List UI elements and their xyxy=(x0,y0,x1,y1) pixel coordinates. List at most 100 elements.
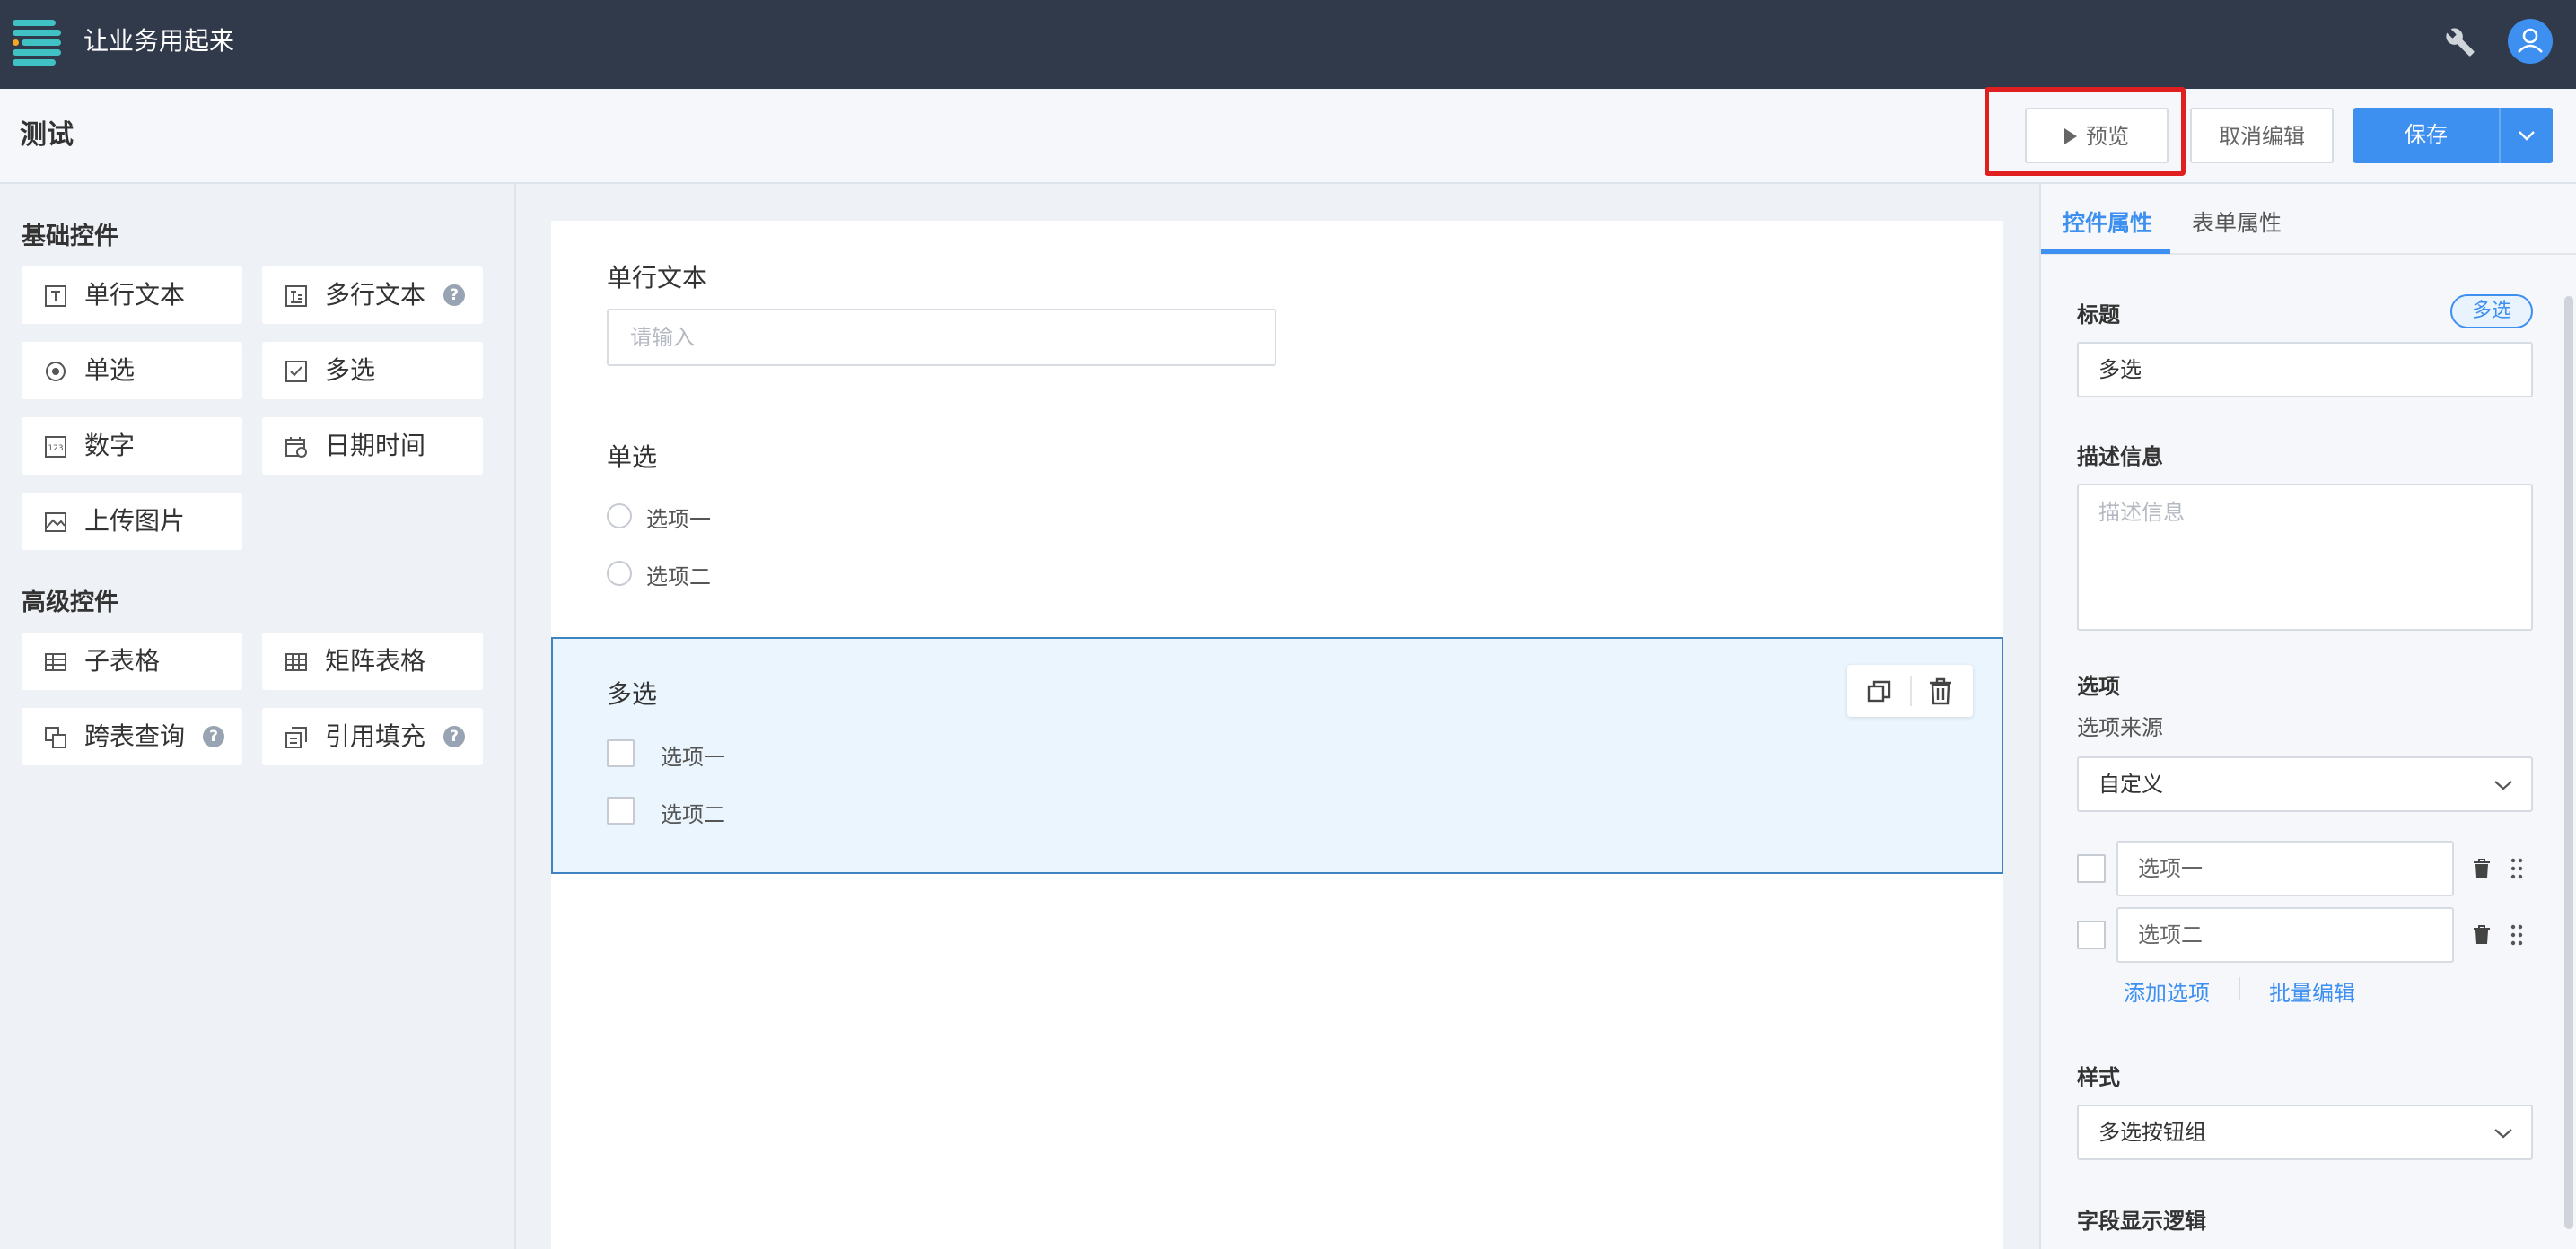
control-upload-image[interactable]: 上传图片 xyxy=(22,493,242,550)
field-label-radio: 单选 xyxy=(607,442,658,472)
page-title: 测试 xyxy=(20,119,74,151)
active-tab-indicator xyxy=(2041,249,2170,254)
control-library: 基础控件 单行文本 多行文本 ? 单选 多选 123 数字 日期时间 上传图片 … xyxy=(0,184,514,1249)
multi-line-text-icon xyxy=(285,285,307,307)
field-label-single-line: 单行文本 xyxy=(607,263,708,293)
form-toolbar: 测试 预览 取消编辑 保存 xyxy=(0,89,2576,184)
control-label: 数字 xyxy=(84,431,136,460)
control-label: 多选 xyxy=(325,355,376,385)
delete-option-icon[interactable] xyxy=(2472,858,2492,879)
field-label-checkbox: 多选 xyxy=(607,679,658,709)
radio-option-2-label: 选项二 xyxy=(646,564,711,590)
drag-handle-icon[interactable] xyxy=(2510,923,2524,947)
control-subtable[interactable]: 子表格 xyxy=(22,633,242,690)
preview-highlight-box xyxy=(1985,87,2186,176)
control-single-line-text[interactable]: 单行文本 xyxy=(22,266,242,324)
cancel-edit-button[interactable]: 取消编辑 xyxy=(2190,108,2334,163)
subtable-icon xyxy=(45,653,66,671)
tab-form-properties[interactable]: 表单属性 xyxy=(2192,205,2282,238)
help-icon[interactable]: ? xyxy=(203,726,224,747)
cross-query-icon xyxy=(45,727,66,748)
matrix-table-icon xyxy=(285,653,307,671)
top-nav-bar: 让业务用起来 xyxy=(0,0,2576,89)
control-label: 单行文本 xyxy=(84,280,186,310)
app-title: 让业务用起来 xyxy=(83,26,235,56)
control-matrix-table[interactable]: 矩阵表格 xyxy=(262,633,483,690)
option-input-1[interactable]: 选项一 xyxy=(2116,841,2454,896)
app-logo-icon[interactable] xyxy=(13,20,61,66)
field-tools xyxy=(1847,665,1973,717)
option-default-checkbox-1[interactable] xyxy=(2077,854,2106,883)
basic-controls-title: 基础控件 xyxy=(22,223,118,250)
option-default-checkbox-2[interactable] xyxy=(2077,921,2106,949)
control-checkbox[interactable]: 多选 xyxy=(262,342,483,399)
field-type-badge: 多选 xyxy=(2450,294,2533,328)
description-textarea[interactable]: 描述信息 xyxy=(2077,484,2533,631)
control-label: 上传图片 xyxy=(84,506,186,536)
control-label: 日期时间 xyxy=(325,431,426,460)
control-label: 引用填充 xyxy=(325,721,426,751)
tools-divider xyxy=(1910,676,1912,706)
chevron-down-icon xyxy=(2494,781,2512,790)
style-value: 多选按钮组 xyxy=(2098,1120,2206,1145)
checkbox-option-2-label: 选项二 xyxy=(661,802,725,827)
control-label: 单选 xyxy=(84,355,136,385)
selected-checkbox-field[interactable] xyxy=(551,637,2003,874)
delete-option-icon[interactable] xyxy=(2472,924,2492,946)
tab-control-properties[interactable]: 控件属性 xyxy=(2063,205,2152,238)
option-source-label: 选项来源 xyxy=(2077,715,2163,740)
chevron-down-icon xyxy=(2519,131,2535,141)
checkbox-option-1[interactable] xyxy=(607,739,635,767)
save-button[interactable]: 保存 xyxy=(2353,108,2499,163)
svg-text:123: 123 xyxy=(48,444,63,453)
wrench-icon[interactable] xyxy=(2445,25,2475,59)
radio-option-1-label: 选项一 xyxy=(646,507,711,532)
help-icon[interactable]: ? xyxy=(443,284,465,306)
chevron-down-icon xyxy=(2494,1129,2512,1139)
control-number[interactable]: 123 数字 xyxy=(22,417,242,475)
single-line-text-icon xyxy=(45,285,66,307)
description-label: 描述信息 xyxy=(2077,444,2163,469)
title-label: 标题 xyxy=(2077,302,2120,328)
properties-scrollbar[interactable] xyxy=(2564,296,2573,1229)
help-icon[interactable]: ? xyxy=(443,726,465,747)
control-datetime[interactable]: 日期时间 xyxy=(262,417,483,475)
batch-edit-link[interactable]: 批量编辑 xyxy=(2269,975,2355,1007)
left-panel-divider xyxy=(514,184,550,1249)
delete-icon[interactable] xyxy=(1926,676,1955,706)
drag-handle-icon[interactable] xyxy=(2510,857,2524,880)
checkbox-icon xyxy=(285,361,307,382)
add-option-link[interactable]: 添加选项 xyxy=(2124,975,2210,1007)
radio-option-1[interactable] xyxy=(607,503,632,528)
control-multi-line-text[interactable]: 多行文本 ? xyxy=(262,266,483,324)
copy-icon[interactable] xyxy=(1865,677,1894,706)
title-input[interactable]: 多选 xyxy=(2077,342,2533,397)
control-reference-fill[interactable]: 引用填充 ? xyxy=(262,708,483,765)
control-label: 多行文本 xyxy=(325,280,426,310)
link-divider xyxy=(2239,977,2240,1000)
advanced-controls-title: 高级控件 xyxy=(22,589,118,616)
user-avatar-icon[interactable] xyxy=(2508,19,2553,64)
options-label: 选项 xyxy=(2077,674,2120,699)
control-cross-query[interactable]: 跨表查询 ? xyxy=(22,708,242,765)
properties-panel: 控件属性 表单属性 标题 多选 描述信息 描述信息 选项 选项来源 自定义 选项… xyxy=(2039,184,2576,1249)
control-label: 跨表查询 xyxy=(84,721,186,751)
single-line-text-input[interactable]: 请输入 xyxy=(607,309,1276,366)
checkbox-option-2[interactable] xyxy=(607,797,635,825)
save-dropdown-button[interactable] xyxy=(2499,108,2553,163)
option-input-2[interactable]: 选项二 xyxy=(2116,907,2454,963)
field-display-logic-label: 字段显示逻辑 xyxy=(2077,1209,2206,1234)
image-icon xyxy=(45,512,66,532)
reference-fill-icon xyxy=(285,727,307,748)
control-label: 子表格 xyxy=(84,646,161,676)
option-source-value: 自定义 xyxy=(2098,772,2163,797)
style-label: 样式 xyxy=(2077,1065,2120,1090)
control-label: 矩阵表格 xyxy=(325,646,426,676)
option-source-select[interactable]: 自定义 xyxy=(2077,756,2533,812)
calendar-icon xyxy=(285,437,307,458)
control-radio[interactable]: 单选 xyxy=(22,342,242,399)
style-select[interactable]: 多选按钮组 xyxy=(2077,1105,2533,1160)
checkbox-option-1-label: 选项一 xyxy=(661,745,725,770)
radio-option-2[interactable] xyxy=(607,561,632,586)
number-icon: 123 xyxy=(45,436,66,458)
